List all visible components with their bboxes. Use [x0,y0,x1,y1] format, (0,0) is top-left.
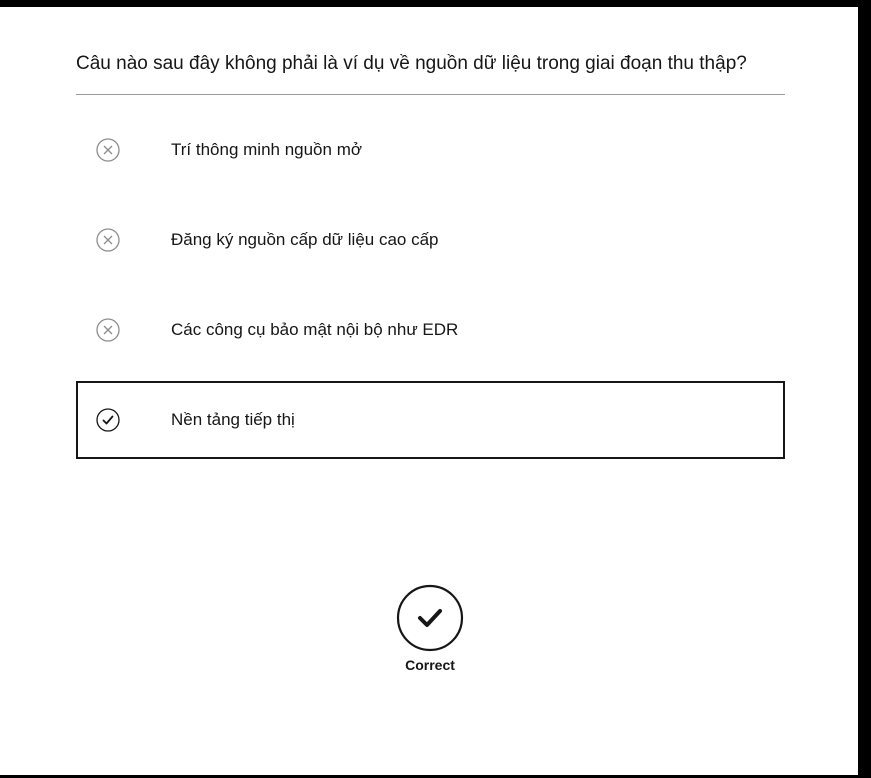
answer-option-label: Trí thông minh nguồn mở [171,140,363,159]
answer-option-label: Nền tảng tiếp thị [171,410,295,429]
checkmark-circle-icon [396,584,464,652]
answer-option-3[interactable]: Các công cụ bảo mật nội bộ như EDR [76,291,785,369]
answer-option-label: Đăng ký nguồn cấp dữ liệu cao cấp [171,230,439,249]
answer-option-label: Các công cụ bảo mật nội bộ như EDR [171,320,459,339]
x-circle-icon [96,318,120,342]
question-text: Câu nào sau đây không phải là ví dụ về n… [76,53,747,74]
question-divider [76,94,785,95]
answer-option-1[interactable]: Trí thông minh nguồn mở [76,111,785,189]
quiz-panel: Câu nào sau đây không phải là ví dụ về n… [0,7,858,775]
answer-option-4-selected[interactable]: Nền tảng tiếp thị [76,381,785,459]
x-circle-icon [96,138,120,162]
result-label: Correct [405,657,455,673]
check-circle-icon [96,408,120,432]
answer-option-2[interactable]: Đăng ký nguồn cấp dữ liệu cao cấp [76,201,785,279]
x-circle-icon [96,228,120,252]
